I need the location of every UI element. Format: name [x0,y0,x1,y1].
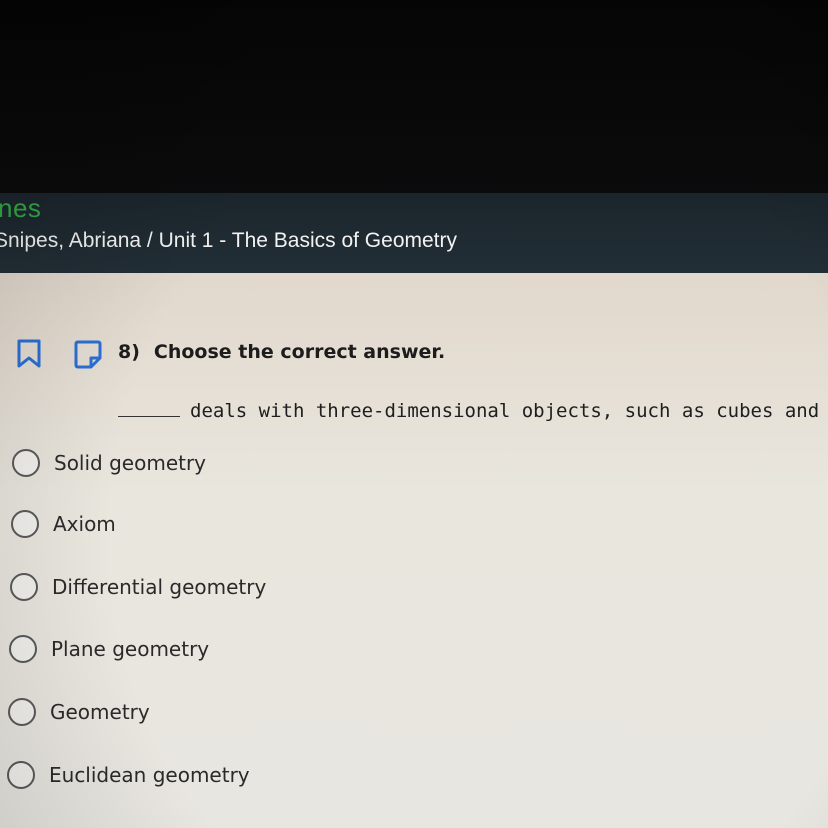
option-label: Euclidean geometry [49,763,250,787]
option-euclidean-geometry[interactable]: Euclidean geometry [7,761,250,789]
monitor-bezel [0,0,828,195]
option-plane-geometry[interactable]: Plane geometry [9,635,209,663]
bookmark-icon[interactable] [16,339,42,369]
question-instruction: Choose the correct answer. [153,341,446,363]
answer-blank [118,404,180,417]
option-label: Solid geometry [54,451,207,475]
radio-button[interactable] [12,449,40,477]
option-label: Geometry [50,700,150,724]
option-label: Plane geometry [51,637,210,661]
question-prompt: deals with three-dimensional objects, su… [118,400,828,422]
app-header: nes Snipes, Abriana / Unit 1 - The Basic… [0,193,828,273]
option-solid-geometry[interactable]: Solid geometry [12,449,206,477]
option-axiom[interactable]: Axiom [11,510,116,538]
radio-button[interactable] [7,761,35,789]
option-label: Differential geometry [52,575,267,599]
breadcrumb[interactable]: Snipes, Abriana / Unit 1 - The Basics of… [0,229,457,253]
question-prompt-text: deals with three-dimensional objects, su… [190,400,828,422]
radio-button[interactable] [8,698,36,726]
note-icon[interactable] [73,340,103,370]
question-header: 8) Choose the correct answer. [118,341,445,363]
radio-button[interactable] [10,573,38,601]
question-panel: 8) Choose the correct answer. deals with … [0,273,828,828]
radio-button[interactable] [9,635,37,663]
option-geometry[interactable]: Geometry [8,698,150,726]
radio-button[interactable] [11,510,39,538]
option-differential-geometry[interactable]: Differential geometry [10,573,266,601]
question-number: 8) [118,341,140,363]
brand-logo[interactable]: nes [0,193,41,224]
option-label: Axiom [53,512,116,536]
